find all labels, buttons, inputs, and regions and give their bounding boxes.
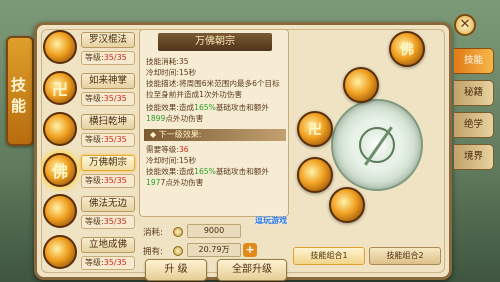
- skill-name: 罗汉棍法: [81, 32, 135, 48]
- skill-level-label: 等级:: [85, 176, 104, 185]
- skill-panel: 罗汉棍法 等级:35/35 卍 如来神掌 等级:35/35 横扫乾坤 等级:35…: [34, 22, 452, 281]
- skill-level-value: 35/35: [103, 258, 127, 267]
- next-req-label: 需要等级:: [146, 145, 179, 154]
- next-effect-pct: 165%: [194, 167, 216, 176]
- detail-effect-text: 点外功伤害: [165, 114, 204, 123]
- detail-effect-text: 基础攻击和额外: [215, 103, 269, 112]
- next-effect-text: 基础攻击和额外: [215, 167, 269, 176]
- skill-item[interactable]: 横扫乾坤 等级:35/35: [41, 111, 137, 152]
- wheel-slot[interactable]: 卍: [297, 111, 333, 147]
- cost-consume-label: 消耗:: [143, 228, 163, 238]
- skill-level-value: 35/35: [103, 53, 127, 62]
- next-level-header: ◆ 下一级效果:: [144, 129, 286, 141]
- detail-description: 技能描述:将周围6米范围内最多6个目标拉至身前并造成1次外功伤害: [146, 78, 286, 100]
- detail-desc-label: 技能描述:: [146, 79, 179, 88]
- tab-skill[interactable]: 技能: [454, 48, 494, 74]
- skill-level: 等级:35/35: [81, 51, 135, 65]
- skill-level-label: 等级:: [85, 94, 104, 103]
- combo-tab-1[interactable]: 技能组合1: [293, 247, 365, 265]
- skill-level: 等级:35/35: [81, 256, 135, 270]
- skill-level: 等级:35/35: [81, 174, 135, 188]
- next-level-header-text: 下一级效果:: [158, 130, 202, 139]
- next-required-level: 需要等级:36: [146, 144, 286, 155]
- skill-level-value: 35/35: [103, 176, 127, 185]
- skill-level-value: 35/35: [103, 94, 127, 103]
- detail-effect-pct: 165%: [194, 103, 216, 112]
- detail-cooldown-value: 15秒: [178, 68, 197, 77]
- detail-cooldown-label: 冷却时间:: [146, 68, 179, 77]
- skill-level: 等级:35/35: [81, 133, 135, 147]
- add-currency-button[interactable]: +: [243, 243, 257, 257]
- skill-level-value: 35/35: [103, 217, 127, 226]
- detail-consume: 技能消耗:35: [146, 56, 286, 67]
- cost-owned-value: 20.79万: [187, 243, 241, 257]
- next-effect-label: 技能效果:: [146, 167, 179, 176]
- next-effect-text: 造成: [178, 167, 195, 176]
- detail-consume-label: 技能消耗:: [146, 57, 179, 66]
- staff-icon: [359, 127, 395, 163]
- skill-item[interactable]: 立地成佛 等级:35/35: [41, 234, 137, 275]
- wheel-slot[interactable]: 佛: [389, 31, 425, 67]
- skill-icon: 卍: [43, 71, 77, 105]
- upgrade-all-button[interactable]: 全部升级: [217, 259, 287, 281]
- wheel-slot[interactable]: [343, 67, 379, 103]
- skill-name: 万佛朝宗: [81, 155, 135, 171]
- skill-level: 等级:35/35: [81, 92, 135, 106]
- skill-name: 立地成佛: [81, 237, 135, 253]
- skill-icon: [43, 112, 77, 146]
- skill-icon: 佛: [43, 153, 77, 187]
- detail-cooldown: 冷却时间:15秒: [146, 67, 286, 78]
- coin-icon: [173, 246, 183, 256]
- combo-tab-2[interactable]: 技能组合2: [369, 247, 441, 265]
- skill-level-value: 35/35: [103, 135, 127, 144]
- next-cd-value: 15秒: [178, 156, 197, 165]
- next-cd-label: 冷却时间:: [146, 156, 179, 165]
- skill-list[interactable]: 罗汉棍法 等级:35/35 卍 如来神掌 等级:35/35 横扫乾坤 等级:35…: [41, 29, 137, 275]
- next-effect-text: 7点外功伤害: [160, 178, 204, 187]
- skill-level: 等级:35/35: [81, 215, 135, 229]
- wheel-slot[interactable]: [297, 157, 333, 193]
- skill-wheel: 佛 卍: [293, 29, 443, 247]
- skill-item[interactable]: 罗汉棍法 等级:35/35: [41, 29, 137, 70]
- upgrade-button[interactable]: 升 级: [145, 259, 207, 281]
- skill-item[interactable]: 卍 如来神掌 等级:35/35: [41, 70, 137, 111]
- skill-name: 横扫乾坤: [81, 114, 135, 130]
- detail-effect: 技能效果:造成165%基础攻击和额外 1899点外功伤害: [146, 102, 286, 124]
- tab-secret-book[interactable]: 秘籍: [454, 80, 494, 106]
- close-button[interactable]: ✕: [454, 14, 476, 36]
- detail-effect-bonus: 1899: [146, 114, 166, 123]
- next-effect: 技能效果:造成165%基础攻击和额外 1977点外功伤害: [146, 166, 286, 188]
- next-effect-bonus: 197: [146, 178, 161, 187]
- skill-item[interactable]: 佛法无边 等级:35/35: [41, 193, 137, 234]
- combo-tabs: 技能组合1 技能组合2: [293, 247, 443, 265]
- skill-name: 佛法无边: [81, 196, 135, 212]
- tab-ultimate[interactable]: 绝学: [454, 112, 494, 138]
- detail-effect-label: 技能效果:: [146, 103, 179, 112]
- tab-realm[interactable]: 境界: [454, 144, 494, 170]
- skill-icon: [43, 235, 77, 269]
- skill-name: 如来神掌: [81, 73, 135, 89]
- panel-banner: 技能: [6, 36, 34, 146]
- next-req-value: 36: [178, 145, 189, 154]
- detail-effect-text: 造成: [178, 103, 195, 112]
- skill-level-label: 等级:: [85, 135, 104, 144]
- coin-icon: [173, 227, 183, 237]
- skill-level-label: 等级:: [85, 258, 104, 267]
- skill-item-selected[interactable]: 佛 万佛朝宗 等级:35/35: [41, 152, 137, 193]
- cost-consume-value: 9000: [187, 224, 241, 238]
- wheel-slot[interactable]: [329, 187, 365, 223]
- skill-detail: 万佛朝宗 技能消耗:35 冷却时间:15秒 技能描述:将周围6米范围内最多6个目…: [139, 29, 289, 217]
- skill-level-label: 等级:: [85, 217, 104, 226]
- next-cooldown: 冷却时间:15秒: [146, 155, 286, 166]
- cost-owned-label: 拥有:: [143, 247, 163, 257]
- detail-consume-value: 35: [178, 57, 189, 66]
- detail-title: 万佛朝宗: [158, 33, 272, 51]
- skill-level-label: 等级:: [85, 53, 104, 62]
- skill-icon: [43, 194, 77, 228]
- skill-icon: [43, 30, 77, 64]
